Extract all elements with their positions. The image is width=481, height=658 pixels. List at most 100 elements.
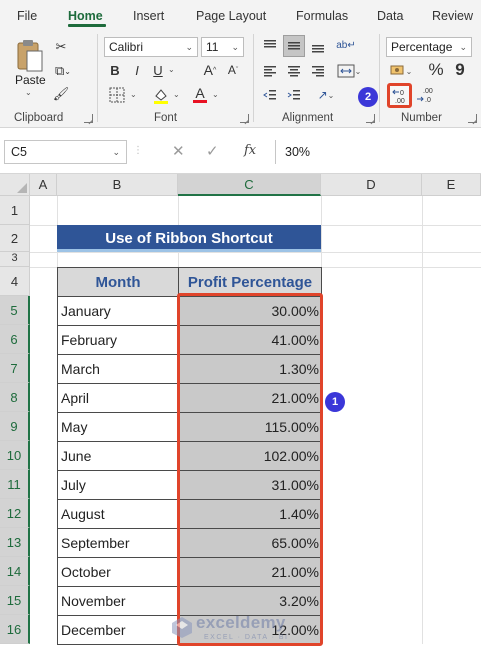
format-painter-icon[interactable]: 🖌 (52, 85, 70, 103)
cancel-icon[interactable]: ✕ (172, 142, 185, 160)
enter-icon[interactable]: ✓ (206, 142, 219, 160)
borders-icon[interactable] (106, 86, 128, 104)
clipboard-group-label: Clipboard (14, 112, 64, 124)
merge-center-icon[interactable]: ⌄ (334, 61, 364, 81)
borders-dropdown-icon[interactable]: ⌄ (130, 90, 137, 99)
fill-color-icon[interactable] (151, 86, 171, 106)
tab-formulas[interactable]: Formulas (296, 9, 348, 23)
month-cell[interactable]: May (57, 412, 179, 442)
middle-align-icon[interactable] (283, 35, 305, 57)
tab-home[interactable]: Home (68, 9, 103, 23)
underline-dropdown-icon[interactable]: ⌄ (168, 65, 175, 74)
worksheet-grid: A B C D E 1 2 3 4 5 6 7 8 9 10 11 12 13 … (0, 174, 481, 658)
increase-indent-icon[interactable] (285, 86, 303, 104)
column-header-e[interactable]: E (422, 174, 481, 196)
top-align-icon[interactable] (261, 37, 279, 55)
increase-font-icon[interactable]: A ^ (201, 61, 219, 79)
tab-data[interactable]: Data (377, 9, 403, 23)
cut-icon[interactable]: ✂ (52, 38, 70, 56)
font-group-label: Font (154, 112, 178, 124)
decrease-decimal-button[interactable]: .00.0 (414, 84, 436, 106)
insert-function-icon[interactable]: fx (244, 143, 256, 158)
comma-style-button[interactable]: 9 (452, 60, 468, 80)
font-size-select[interactable]: 11 ⌄ (201, 37, 244, 57)
month-cell[interactable]: April (57, 383, 179, 413)
callout-badge-1: 1 (325, 392, 345, 412)
accounting-format-icon[interactable]: ⌄ (387, 62, 415, 80)
italic-button[interactable]: I (129, 61, 145, 79)
row-header-11[interactable]: 11 (0, 470, 30, 499)
bottom-align-icon[interactable] (309, 37, 327, 55)
fill-color-dropdown-icon[interactable]: ⌄ (173, 90, 180, 99)
clipboard-launcher-icon[interactable] (84, 114, 93, 123)
increase-decimal-button[interactable]: 0.00 (387, 83, 412, 108)
row-header-7[interactable]: 7 (0, 354, 30, 383)
font-color-dropdown-icon[interactable]: ⌄ (212, 90, 219, 99)
gridline (422, 196, 423, 644)
month-cell[interactable]: December (57, 615, 179, 645)
align-center-icon[interactable] (285, 62, 303, 80)
tab-page-layout[interactable]: Page Layout (196, 9, 266, 23)
tab-insert[interactable]: Insert (133, 9, 164, 23)
alignment-group-label: Alignment (282, 112, 334, 124)
month-cell[interactable]: October (57, 557, 179, 587)
orientation-icon[interactable]: ↗ ⌄ (313, 85, 339, 105)
formula-bar-grip-icon[interactable]: ⋮ (133, 145, 143, 156)
font-launcher-icon[interactable] (240, 114, 249, 123)
name-box[interactable]: C5 ⌄ (4, 140, 127, 164)
row-header-2[interactable]: 2 (0, 225, 30, 252)
month-cell[interactable]: January (57, 296, 179, 326)
row-header-6[interactable]: 6 (0, 325, 30, 354)
row-header-13[interactable]: 13 (0, 528, 30, 557)
paste-button[interactable] (12, 36, 48, 76)
month-cell[interactable]: March (57, 354, 179, 384)
month-cell[interactable]: July (57, 470, 179, 500)
month-cell[interactable]: November (57, 586, 179, 616)
row-header-4[interactable]: 4 (0, 267, 30, 296)
row-header-10[interactable]: 10 (0, 441, 30, 470)
month-cell[interactable]: February (57, 325, 179, 355)
row-header-5[interactable]: 5 (0, 296, 30, 325)
column-header-d[interactable]: D (321, 174, 422, 196)
formula-input[interactable]: 30% (275, 140, 481, 164)
group-divider (379, 34, 380, 122)
sheet-title[interactable]: Use of Ribbon Shortcut (57, 225, 321, 252)
percent-style-button[interactable]: % (426, 60, 446, 80)
align-left-icon[interactable] (261, 62, 279, 80)
row-header-9[interactable]: 9 (0, 412, 30, 441)
row-header-16[interactable]: 16 (0, 615, 30, 644)
decrease-indent-icon[interactable] (261, 86, 279, 104)
wrap-text-icon[interactable]: ab↵ (336, 35, 356, 55)
month-cell[interactable]: June (57, 441, 179, 471)
row-header-8[interactable]: 8 (0, 383, 30, 412)
row-header-1[interactable]: 1 (0, 196, 30, 225)
bold-button[interactable]: B (107, 61, 123, 79)
row-header-3[interactable]: 3 (0, 252, 30, 267)
row-header-12[interactable]: 12 (0, 499, 30, 528)
column-header-a[interactable]: A (30, 174, 57, 196)
header-month[interactable]: Month (57, 267, 179, 297)
month-cell[interactable]: September (57, 528, 179, 558)
tab-file[interactable]: File (17, 9, 37, 23)
font-name-select[interactable]: Calibri ⌄ (104, 37, 198, 57)
chevron-down-icon: ⌄ (185, 42, 193, 52)
tab-review[interactable]: Review (432, 9, 473, 23)
month-cell[interactable]: August (57, 499, 179, 529)
underline-button[interactable]: U (150, 61, 166, 79)
paste-dropdown-icon[interactable]: ⌄ (25, 88, 32, 97)
font-size-value: 11 (206, 40, 219, 54)
column-header-c[interactable]: C (178, 174, 321, 196)
increase-decimal-icon: 0.00 (391, 89, 404, 105)
paste-label: Paste (15, 73, 46, 87)
row-header-14[interactable]: 14 (0, 557, 30, 586)
font-color-icon[interactable]: A (191, 83, 209, 105)
copy-icon[interactable]: ⧉ ⌄ (52, 62, 74, 80)
number-format-select[interactable]: Percentage ⌄ (386, 37, 472, 57)
column-header-b[interactable]: B (57, 174, 178, 196)
alignment-launcher-icon[interactable] (366, 114, 375, 123)
align-right-icon[interactable] (309, 62, 327, 80)
decrease-font-icon[interactable]: Aˇ (224, 61, 242, 79)
number-launcher-icon[interactable] (468, 114, 477, 123)
row-header-15[interactable]: 15 (0, 586, 30, 615)
select-all-button[interactable] (0, 174, 30, 196)
